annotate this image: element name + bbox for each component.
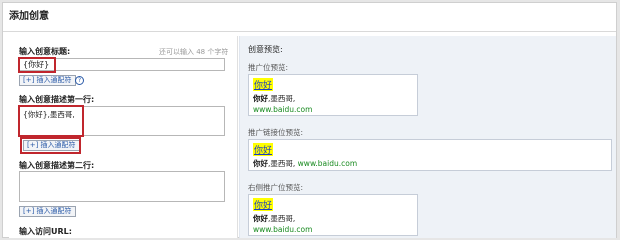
- preview-label-right: 右侧推广位预览:: [248, 183, 304, 192]
- preview-ad-url: www.baidu.com: [253, 225, 313, 234]
- preview-ad-desc: 你好,墨西哥,: [253, 94, 296, 103]
- preview-card-search: 你好 你好,墨西哥, www.baidu.com: [248, 74, 418, 116]
- preview-ad-url: www.baidu.com: [253, 105, 313, 114]
- headline-label: 输入创意标题:: [19, 47, 71, 56]
- preview-label-search: 推广位预览:: [248, 63, 289, 72]
- preview-ad-title[interactable]: 你好: [253, 143, 274, 156]
- preview-card-right: 你好 你好,墨西哥, www.baidu.com: [248, 194, 418, 236]
- headline-highlight-box: [18, 57, 56, 73]
- char-count-hint: 还可以输入 48 个字符: [159, 48, 229, 56]
- desc2-label: 输入创意描述第二行:: [19, 161, 95, 170]
- title-divider: [3, 31, 616, 32]
- preview-card-link: 你好 你好,墨西哥, www.baidu.com: [248, 139, 612, 171]
- desc2-insert-wildcard-button[interactable]: [+] 插入通配符: [19, 206, 76, 217]
- page-title: 添加创意: [9, 11, 49, 22]
- help-icon[interactable]: ?: [75, 76, 84, 85]
- preview-ad-desc: 你好,墨西哥,: [253, 214, 296, 223]
- desc2-textarea[interactable]: [19, 171, 225, 202]
- preview-ad-title[interactable]: 你好: [253, 198, 274, 211]
- headline-insert-wildcard-button[interactable]: [+] 插入通配符: [19, 75, 76, 86]
- form-panel: 输入创意标题: 还可以输入 48 个字符 {你好} [+] 插入通配符 ? 输入…: [9, 36, 238, 238]
- preview-ad-title[interactable]: 你好: [253, 78, 274, 91]
- preview-ad-desc: 你好,墨西哥, www.baidu.com: [253, 159, 358, 168]
- desc1-insert-highlight-box: [20, 137, 81, 154]
- url-label: 输入访问URL:: [19, 227, 72, 236]
- desc1-highlight-box: [18, 105, 84, 137]
- preview-label-link: 推广链接位预览:: [248, 128, 304, 137]
- desc1-label: 输入创意描述第一行:: [19, 95, 95, 104]
- preview-ad-url: www.baidu.com: [297, 159, 358, 168]
- create-ad-window: 添加创意 输入创意标题: 还可以输入 48 个字符 {你好} [+] 插入通配符…: [2, 2, 617, 238]
- preview-panel: 创意预览: 推广位预览: 你好 你好,墨西哥, www.baidu.com 推广…: [239, 36, 616, 238]
- preview-heading: 创意预览:: [248, 45, 283, 54]
